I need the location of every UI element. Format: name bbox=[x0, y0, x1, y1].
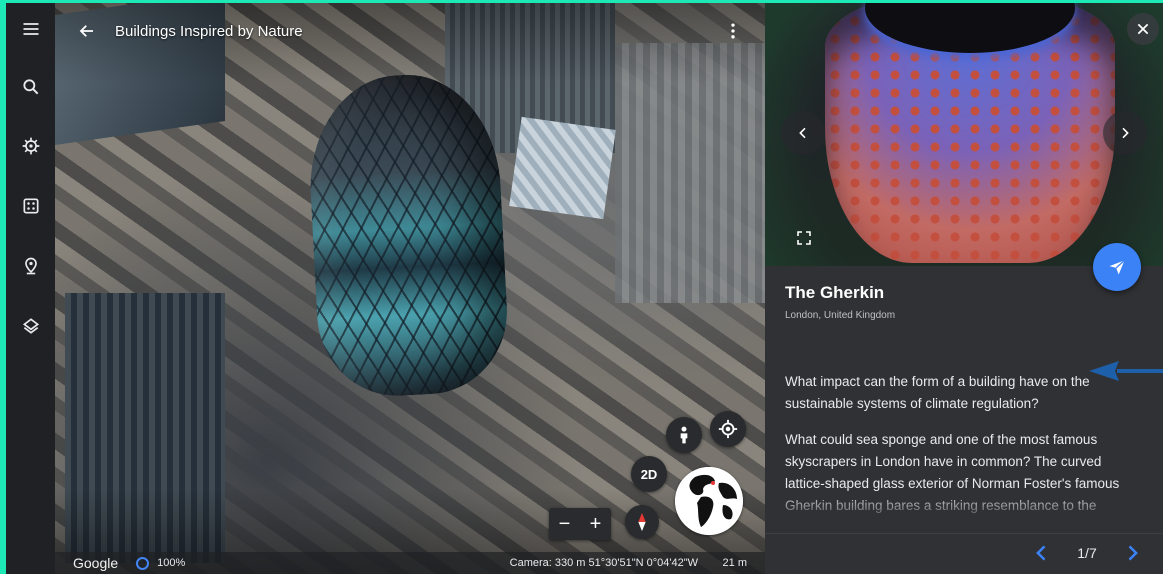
scale-readout: 21 m bbox=[722, 557, 747, 569]
description-paragraph: What impact can the form of a building h… bbox=[785, 374, 1090, 411]
toggle-2d-button[interactable]: 2D bbox=[631, 456, 667, 492]
map-style-button[interactable] bbox=[6, 306, 55, 346]
projects-button[interactable] bbox=[6, 246, 55, 286]
place-title: The Gherkin bbox=[785, 283, 885, 302]
zoom-in-button[interactable]: + bbox=[580, 508, 611, 540]
pointer-arrow-icon bbox=[1089, 361, 1163, 381]
fullscreen-icon bbox=[797, 231, 811, 245]
place-subtitle: London, United Kingdom bbox=[785, 310, 896, 321]
sea-sponge-image bbox=[825, 3, 1115, 263]
map-title-bar: Buildings Inspired by Nature bbox=[55, 3, 765, 59]
voyager-button[interactable] bbox=[6, 126, 55, 166]
share-button[interactable] bbox=[1093, 243, 1141, 291]
feeling-lucky-button[interactable] bbox=[6, 186, 55, 226]
pegman-icon bbox=[680, 426, 688, 444]
share-icon bbox=[1109, 259, 1125, 275]
search-button[interactable] bbox=[6, 67, 55, 107]
voyager-icon bbox=[22, 137, 39, 155]
loading-indicator bbox=[136, 556, 150, 570]
globe-icon bbox=[675, 467, 743, 535]
chevron-right-icon bbox=[1122, 127, 1129, 139]
camera-readout: Camera: 330 m 51°30'51"N 0°04'42"W bbox=[509, 557, 698, 569]
next-slide-button[interactable] bbox=[1119, 540, 1145, 566]
card-footer: 1/7 bbox=[765, 533, 1163, 574]
fullscreen-button[interactable] bbox=[793, 227, 815, 249]
close-icon bbox=[1137, 23, 1149, 35]
chevron-left-icon bbox=[799, 127, 806, 139]
next-photo-button[interactable] bbox=[1103, 111, 1147, 155]
layers-icon bbox=[22, 318, 39, 334]
chevron-right-icon bbox=[1128, 545, 1138, 561]
text-fade bbox=[765, 491, 1163, 523]
compass-icon bbox=[638, 512, 646, 532]
map-title: Buildings Inspired by Nature bbox=[115, 22, 303, 40]
status-bar: Google 100% Camera: 330 m 51°30'51"N 0°0… bbox=[55, 552, 765, 574]
zoom-control: − + bbox=[549, 508, 611, 540]
menu-button[interactable] bbox=[6, 9, 55, 49]
dice-icon bbox=[23, 198, 38, 214]
my-location-icon bbox=[718, 419, 738, 439]
slide-counter: 1/7 bbox=[1077, 545, 1097, 561]
more-options-button[interactable] bbox=[721, 17, 745, 45]
previous-slide-button[interactable] bbox=[1029, 540, 1055, 566]
google-logo: Google bbox=[73, 555, 119, 571]
back-button[interactable] bbox=[67, 11, 107, 51]
more-vert-icon bbox=[731, 23, 735, 39]
sponge-opening bbox=[865, 3, 1075, 53]
map-viewport[interactable]: Buildings Inspired by Nature 2D − + Goog… bbox=[55, 3, 765, 574]
previous-photo-button[interactable] bbox=[781, 111, 825, 155]
street-view-button[interactable] bbox=[666, 417, 702, 453]
back-arrow-icon bbox=[79, 25, 93, 37]
card-header: The Gherkin London, United Kingdom bbox=[785, 283, 1141, 321]
knowledge-card: The Gherkin London, United Kingdom What … bbox=[765, 3, 1163, 574]
earth-app: Buildings Inspired by Nature 2D − + Goog… bbox=[6, 3, 1163, 574]
chevron-left-icon bbox=[1036, 545, 1046, 561]
left-rail bbox=[6, 3, 55, 574]
my-location-button[interactable] bbox=[710, 411, 746, 447]
load-percent: 100% bbox=[157, 557, 186, 569]
menu-icon bbox=[23, 23, 38, 35]
compass-button[interactable] bbox=[625, 505, 659, 539]
close-card-button[interactable] bbox=[1127, 13, 1159, 45]
globe-button[interactable] bbox=[675, 467, 743, 535]
search-icon bbox=[22, 79, 38, 95]
pin-icon bbox=[24, 257, 37, 275]
pager: 1/7 bbox=[1029, 540, 1145, 566]
zoom-out-button[interactable]: − bbox=[549, 508, 580, 540]
card-photo[interactable] bbox=[765, 3, 1163, 266]
